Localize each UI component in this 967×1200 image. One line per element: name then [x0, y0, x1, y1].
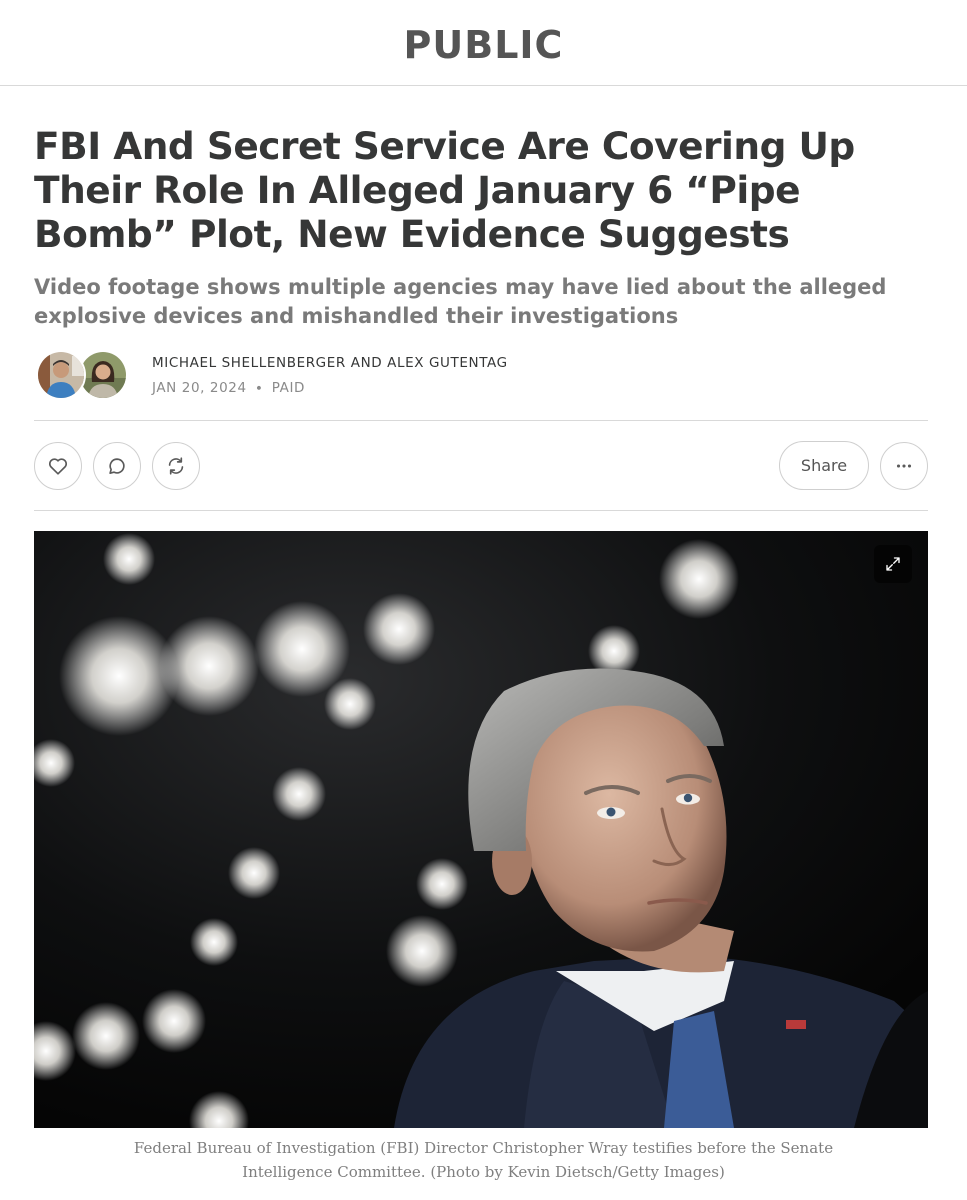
- more-dots-icon: [896, 464, 912, 468]
- expand-icon: [886, 557, 900, 571]
- comment-button[interactable]: [93, 442, 141, 490]
- publication-logo[interactable]: PUBLIC: [404, 26, 564, 64]
- restack-icon: [168, 457, 184, 475]
- site-header: PUBLIC: [0, 0, 967, 86]
- hero-image[interactable]: [34, 531, 928, 1128]
- article-subtitle: Video footage shows multiple agencies ma…: [34, 275, 887, 328]
- share-button[interactable]: Share: [779, 441, 869, 490]
- restack-button[interactable]: [152, 442, 200, 490]
- heart-icon: [48, 458, 68, 475]
- article-title: FBI And Secret Service Are Covering Up T…: [34, 124, 855, 256]
- author-avatars: [36, 350, 130, 400]
- image-caption: Federal Bureau of Investigation (FBI) Di…: [133, 1139, 834, 1181]
- like-button[interactable]: [34, 442, 82, 490]
- meta-separator: ∙: [254, 380, 264, 396]
- post-date: JAN 20, 2024: [152, 380, 247, 396]
- divider: [34, 510, 928, 511]
- author-byline[interactable]: MICHAEL SHELLENBERGER AND ALEX GUTENTAG: [152, 355, 508, 371]
- access-badge: PAID: [271, 380, 306, 396]
- post-meta: JAN 20, 2024 ∙ PAID: [152, 380, 305, 396]
- comment-icon: [109, 458, 125, 474]
- more-options-button[interactable]: [880, 442, 928, 490]
- avatar-michael-shellenberger[interactable]: [36, 350, 86, 400]
- expand-image-button[interactable]: [874, 545, 912, 583]
- divider: [34, 420, 928, 421]
